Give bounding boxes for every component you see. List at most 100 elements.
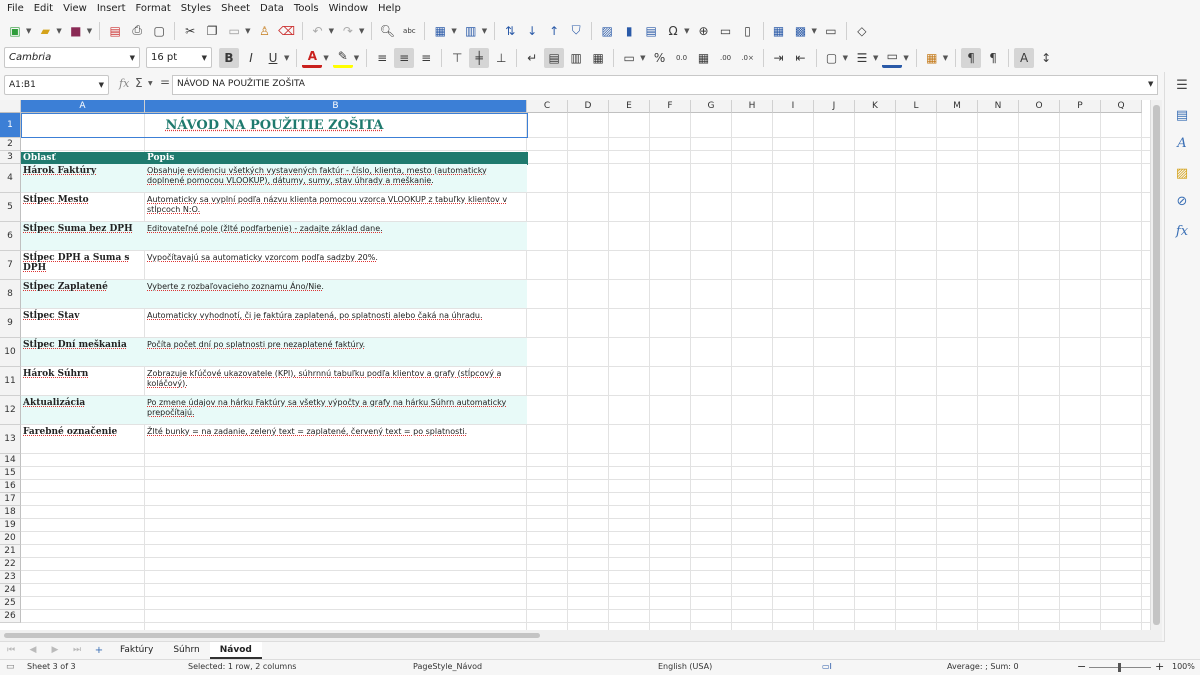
menu-sheet[interactable]: Sheet bbox=[216, 3, 255, 14]
gallery-icon[interactable]: ▨ bbox=[1173, 164, 1191, 182]
text-vertical-icon[interactable]: ↕ bbox=[1036, 48, 1056, 68]
menu-data[interactable]: Data bbox=[255, 3, 289, 14]
column-header-g[interactable]: G bbox=[691, 100, 732, 113]
column-header-m[interactable]: M bbox=[937, 100, 978, 113]
tab-suhrn[interactable]: Súhrn bbox=[163, 642, 209, 659]
italic-icon[interactable]: I bbox=[241, 48, 261, 68]
align-left-icon[interactable]: ≡ bbox=[372, 48, 392, 68]
navigator-icon[interactable]: ⊘ bbox=[1173, 192, 1191, 210]
copy-icon[interactable]: ❐ bbox=[202, 21, 222, 41]
autofilter-icon[interactable]: ⛉ bbox=[566, 21, 586, 41]
formula-icon[interactable]: = bbox=[160, 75, 170, 89]
undo-dropdown-icon[interactable]: ▼ bbox=[329, 27, 334, 35]
hyperlink-icon[interactable]: ⊕ bbox=[694, 21, 714, 41]
oblast-cell[interactable]: Hárok Faktúry bbox=[21, 164, 145, 192]
pivot-table-icon[interactable]: ▤ bbox=[641, 21, 661, 41]
first-sheet-icon[interactable]: ⏮ bbox=[1, 640, 21, 660]
print-icon[interactable]: ⎙ bbox=[127, 21, 147, 41]
row-dropdown-icon[interactable]: ▼ bbox=[451, 27, 456, 35]
menu-help[interactable]: Help bbox=[373, 3, 406, 14]
horizontal-scrollbar[interactable] bbox=[0, 630, 1162, 641]
highlight-dropdown-icon[interactable]: ▼ bbox=[354, 54, 359, 62]
row-header-9[interactable]: 9 bbox=[0, 309, 21, 338]
freeze-rows-columns-icon[interactable]: ▩ bbox=[791, 21, 811, 41]
row-header-26[interactable]: 26 bbox=[0, 610, 21, 623]
show-draw-functions-icon[interactable]: ◇ bbox=[852, 21, 872, 41]
row-header-3[interactable]: 3 bbox=[0, 151, 21, 164]
column-header-p[interactable]: P bbox=[1060, 100, 1101, 113]
export-pdf-icon[interactable]: ▤ bbox=[105, 21, 125, 41]
popis-cell[interactable]: Vypočítavajú sa automaticky vzorcom podľ… bbox=[145, 251, 527, 279]
function-wizard-icon[interactable]: fx bbox=[119, 77, 129, 90]
styles-icon[interactable]: A bbox=[1173, 134, 1191, 152]
add-decimal-icon[interactable]: .00 bbox=[716, 48, 736, 68]
column-header-o[interactable]: O bbox=[1019, 100, 1060, 113]
align-top-icon[interactable]: ⊤ bbox=[447, 48, 467, 68]
cut-icon[interactable]: ✂ bbox=[180, 21, 200, 41]
font-color-icon[interactable]: A bbox=[302, 48, 323, 68]
sort-descending-icon[interactable]: ↑ bbox=[544, 21, 564, 41]
borders-icon[interactable]: ▢ bbox=[822, 48, 842, 68]
paste-icon[interactable]: ▭ bbox=[224, 21, 244, 41]
number-format-icon[interactable]: 0.0 bbox=[672, 48, 692, 68]
split-window-icon[interactable]: ▭ bbox=[821, 21, 841, 41]
popis-cell[interactable]: Obsahuje evidenciu všetkých vystavených … bbox=[145, 164, 527, 192]
formula-input[interactable]: NÁVOD NA POUŽITIE ZOŠITA bbox=[172, 75, 1158, 95]
new-dropdown-icon[interactable]: ▼ bbox=[26, 27, 31, 35]
save-dropdown-icon[interactable]: ▼ bbox=[87, 27, 92, 35]
currency-format-icon[interactable]: ▭ bbox=[619, 48, 639, 68]
oblast-cell[interactable]: Stĺpec Dní meškania bbox=[21, 338, 145, 366]
title-cell[interactable]: NÁVOD NA POUŽITIE ZOŠITA bbox=[21, 113, 528, 138]
oblast-cell[interactable]: Hárok Súhrn bbox=[21, 367, 145, 395]
currency-dropdown-icon[interactable]: ▼ bbox=[640, 54, 645, 62]
prev-sheet-icon[interactable]: ◀ bbox=[23, 640, 43, 660]
menu-window[interactable]: Window bbox=[324, 3, 373, 14]
spelling-icon[interactable]: abc bbox=[399, 21, 419, 41]
popis-cell[interactable]: Po zmene údajov na hárku Faktúry sa všet… bbox=[145, 396, 527, 424]
align-middle-icon[interactable]: ╪ bbox=[469, 47, 490, 68]
comment-icon[interactable]: ▭ bbox=[716, 21, 736, 41]
border-style-dropdown-icon[interactable]: ▼ bbox=[873, 54, 878, 62]
row-header-6[interactable]: 6 bbox=[0, 222, 21, 251]
sort-ascending-icon[interactable]: ↓ bbox=[522, 21, 542, 41]
sum-icon[interactable]: Σ bbox=[135, 76, 143, 90]
next-sheet-icon[interactable]: ▶ bbox=[45, 640, 65, 660]
highlight-color-icon[interactable]: ✎ bbox=[332, 48, 353, 68]
row-header-7[interactable]: 7 bbox=[0, 251, 21, 280]
column-header-c[interactable]: C bbox=[527, 100, 568, 113]
tab-navod[interactable]: Návod bbox=[209, 641, 262, 659]
border-color-dropdown-icon[interactable]: ▼ bbox=[903, 54, 908, 62]
zoom-slider-handle[interactable] bbox=[1118, 663, 1121, 672]
oblast-cell[interactable]: Stĺpec DPH a Suma s DPH bbox=[21, 251, 145, 279]
new-document-icon[interactable]: ▣ bbox=[5, 21, 25, 41]
insert-image-icon[interactable]: ▨ bbox=[597, 21, 617, 41]
special-character-icon[interactable]: Ω bbox=[663, 21, 683, 41]
popis-cell[interactable]: Automaticky vyhodnotí, či je faktúra zap… bbox=[145, 309, 527, 337]
popis-cell[interactable]: Počíta počet dní po splatnosti pre nezap… bbox=[145, 338, 527, 366]
popis-cell[interactable]: Zobrazuje kľúčové ukazovatele (KPI), súh… bbox=[145, 367, 527, 395]
zoom-in-icon[interactable]: + bbox=[1155, 660, 1164, 673]
add-sheet-icon[interactable]: + bbox=[89, 640, 109, 660]
row-header-25[interactable]: 25 bbox=[0, 597, 21, 610]
row-header-21[interactable]: 21 bbox=[0, 545, 21, 558]
expand-formula-icon[interactable]: ▼ bbox=[1148, 80, 1153, 88]
row-header-18[interactable]: 18 bbox=[0, 506, 21, 519]
row-header-5[interactable]: 5 bbox=[0, 193, 21, 222]
align-bottom-icon[interactable]: ⊥ bbox=[491, 48, 511, 68]
functions-icon[interactable]: fx bbox=[1173, 222, 1191, 240]
column-header-f[interactable]: F bbox=[650, 100, 691, 113]
column-header-e[interactable]: E bbox=[609, 100, 650, 113]
right-to-left-icon[interactable]: ¶ bbox=[983, 48, 1003, 68]
font-name-box[interactable]: Cambria ▼ bbox=[4, 47, 140, 68]
borders-dropdown-icon[interactable]: ▼ bbox=[843, 54, 848, 62]
column-header-i[interactable]: I bbox=[773, 100, 814, 113]
vertical-scrollbar[interactable] bbox=[1150, 100, 1162, 630]
oblast-cell[interactable]: Farebné označenie bbox=[21, 425, 145, 453]
sum-dropdown-icon[interactable]: ▼ bbox=[148, 80, 153, 87]
column-header-n[interactable]: N bbox=[978, 100, 1019, 113]
row-header-10[interactable]: 10 bbox=[0, 338, 21, 367]
increase-indent-icon[interactable]: ⇥ bbox=[769, 48, 789, 68]
unmerge-cells-icon[interactable]: ▦ bbox=[588, 48, 608, 68]
last-sheet-icon[interactable]: ⏭ bbox=[67, 640, 87, 660]
tab-faktury[interactable]: Faktúry bbox=[110, 642, 163, 659]
